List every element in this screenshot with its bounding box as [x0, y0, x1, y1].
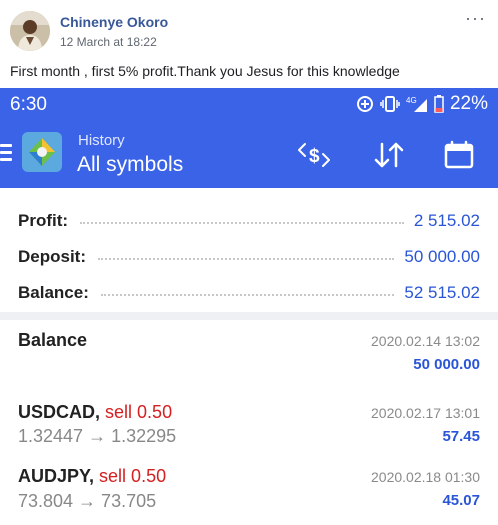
transaction-name: Balance — [18, 330, 88, 350]
avatar-photo-icon — [10, 11, 50, 51]
transaction-row[interactable]: USDCAD, sell 0.50 1.32447 → 1.32295 2020… — [0, 390, 498, 460]
transaction-row[interactable]: AUDJPY, sell 0.50 73.804 → 73.705 2020.0… — [0, 460, 498, 525]
deposit-value: 50 000.00 — [404, 247, 480, 266]
transaction-symbol: USDCAD, — [18, 402, 101, 422]
transaction-amount: 57.45 — [442, 428, 480, 445]
summary-row-profit: Profit: 2 515.02 — [18, 208, 480, 234]
data-saver-icon — [356, 95, 374, 113]
transaction-symbol-line: USDCAD, sell 0.50 — [18, 402, 172, 423]
battery-percent: 22% — [449, 93, 488, 114]
dotted-leader — [98, 258, 395, 260]
transaction-amount: 45.07 — [442, 492, 480, 509]
transaction-prices: 73.804 → 73.705 — [18, 491, 157, 511]
summary-panel: Profit: 2 515.02 Deposit: 50 000.00 Bala… — [0, 188, 498, 312]
sort-icon[interactable] — [372, 140, 404, 170]
status-time: 6:30 — [10, 94, 47, 115]
post-text: First month , first 5% profit.Thank you … — [10, 63, 400, 79]
post-timestamp[interactable]: 12 March at 18:22 — [60, 35, 157, 49]
status-bar: 6:30 4G 22% — [0, 88, 498, 122]
post-time-separator: at — [113, 35, 124, 49]
post-header: Chinenye Okoro 12 March at 18:22 ··· — [0, 0, 498, 58]
network-type: 4G — [406, 96, 417, 105]
transaction-prices: 1.32447 → 1.32295 — [18, 426, 177, 446]
transaction-amount: 50 000.00 — [413, 356, 480, 373]
post-time: 18:22 — [126, 35, 157, 49]
dotted-leader — [100, 294, 395, 296]
transaction-side: sell 0.50 — [99, 466, 167, 486]
transaction-row[interactable]: Balance 2020.02.14 13:02 50 000.00 — [0, 320, 498, 390]
transaction-symbol: AUDJPY, — [18, 466, 95, 486]
post-author[interactable]: Chinenye Okoro — [60, 14, 168, 30]
profit-label: Profit: — [18, 211, 69, 230]
status-icons: 4G 22% — [356, 93, 488, 115]
profit-value: 2 515.02 — [413, 211, 480, 230]
vibrate-icon — [380, 95, 400, 113]
currency-exchange-icon[interactable]: $ — [297, 140, 330, 170]
deposit-label: Deposit: — [18, 247, 86, 266]
transaction-date: 2020.02.17 13:01 — [371, 405, 480, 421]
signal-icon: 4G — [406, 95, 428, 113]
balance-label: Balance: — [18, 283, 89, 302]
metatrader-logo-icon — [22, 132, 62, 172]
calendar-icon[interactable] — [443, 140, 475, 170]
transaction-date: 2020.02.14 13:02 — [371, 333, 480, 349]
balance-value: 52 515.02 — [404, 283, 480, 302]
phone-screenshot: 6:30 4G 22% History All symbols $ Profit… — [0, 88, 498, 525]
menu-icon[interactable] — [0, 144, 14, 165]
summary-row-deposit: Deposit: 50 000.00 — [18, 244, 480, 270]
app-bar-title[interactable]: All symbols — [77, 153, 183, 177]
transaction-date: 2020.02.18 01:30 — [371, 469, 480, 485]
summary-row-balance: Balance: 52 515.02 — [18, 280, 480, 306]
transaction-side: sell 0.50 — [105, 402, 173, 422]
dotted-leader — [80, 222, 404, 224]
transaction-symbol-line: AUDJPY, sell 0.50 — [18, 466, 166, 487]
post-date: 12 March — [60, 35, 111, 49]
section-divider — [0, 312, 498, 320]
svg-text:$: $ — [309, 146, 320, 167]
more-options-icon[interactable]: ··· — [465, 8, 486, 29]
battery-icon — [434, 95, 444, 113]
avatar[interactable] — [10, 11, 50, 51]
app-bar-subtitle: History — [78, 132, 125, 149]
app-bar: History All symbols $ — [0, 122, 498, 188]
